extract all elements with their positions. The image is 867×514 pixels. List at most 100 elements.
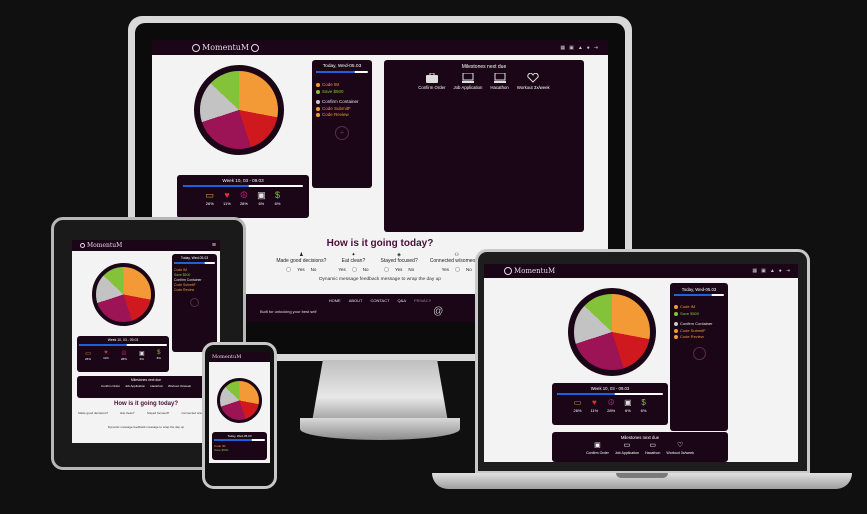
today-progress-bar xyxy=(674,294,724,296)
briefcase-icon: ▣ xyxy=(257,190,266,200)
milestone-label: Workout 3x/week xyxy=(516,85,550,90)
milestone-item[interactable]: Confirm Order xyxy=(101,384,120,388)
briefcase-icon[interactable]: ▣ xyxy=(569,45,574,51)
milestone-label: Hacathon xyxy=(490,85,509,90)
app-name: MomentuM xyxy=(202,43,250,52)
milestone-item[interactable]: Confirm Order xyxy=(418,73,446,90)
tablet-week-panel: Week 10, 03 - 09.03 ▭ 26% ♥ 11% ☮ 28% ▣ 6% $… xyxy=(77,336,169,372)
today-title: Today, Wed-05.03 xyxy=(322,64,362,69)
milestone-item[interactable]: Job Application xyxy=(454,73,482,90)
task-label: Code SubmitF xyxy=(174,283,196,287)
progress-pie-chart xyxy=(194,65,284,155)
task-dot xyxy=(316,100,320,105)
yes-radio[interactable] xyxy=(286,267,292,272)
task-label: Confirm Container xyxy=(174,278,202,282)
heart-icon: ♥ xyxy=(224,190,230,200)
task-dot xyxy=(674,335,678,340)
milestone-item[interactable]: Workout 3x/week xyxy=(168,384,191,388)
milestone-item[interactable]: Job Application xyxy=(125,384,145,388)
user-icon[interactable]: ● xyxy=(587,45,590,51)
task-label: Code Review xyxy=(174,288,195,292)
briefcase-icon: ▣ xyxy=(138,351,145,357)
task-item[interactable]: Code Review xyxy=(174,288,215,293)
add-task-button[interactable] xyxy=(190,298,199,307)
task-item[interactable]: Save $500 xyxy=(214,448,265,452)
laptop-icon: ▭ xyxy=(85,351,91,357)
task-item[interactable]: Code Review xyxy=(316,112,368,119)
stat-item: ▣ 6% xyxy=(624,398,632,414)
checkin-question: Made good decisions? xyxy=(78,411,109,415)
add-task-button[interactable]: + xyxy=(335,125,349,140)
checkin-question: Eat clean? xyxy=(120,411,135,415)
briefcase-icon[interactable]: ▣ xyxy=(761,268,766,274)
hamburger-menu-icon[interactable]: ≡ xyxy=(212,242,216,249)
milestone-item[interactable]: ▣ Confirm Order xyxy=(586,442,609,455)
user-icon[interactable]: ● xyxy=(779,268,782,274)
milestone-item[interactable]: ▭ Job Application xyxy=(615,442,639,455)
app-logo[interactable]: MomentuM xyxy=(80,242,122,249)
stat-value: 28% xyxy=(239,201,248,206)
no-radio[interactable] xyxy=(351,267,357,272)
task-dot xyxy=(316,113,320,118)
no-radio[interactable] xyxy=(454,267,460,272)
footer-link-contact[interactable]: CONTACT xyxy=(371,298,390,303)
yes-radio[interactable] xyxy=(384,267,390,272)
chart-icon[interactable]: ▲ xyxy=(578,45,583,51)
logo-spiral-icon xyxy=(504,267,512,275)
laptop-notch xyxy=(616,473,668,478)
logout-icon[interactable]: ⇥ xyxy=(786,268,790,274)
heart-pulse-icon: ♡ xyxy=(677,442,684,449)
laptop-today-panel: Today, Wed-05.03 Code IM Save $500 Confi… xyxy=(670,283,728,431)
phone-pie-chart xyxy=(217,378,262,423)
today-title: Today, Wed-05.03 xyxy=(681,287,717,292)
milestone-item[interactable]: ♡ Workout 3x/week xyxy=(666,442,694,455)
stat-item: $6% xyxy=(640,398,647,414)
laptop-icon xyxy=(461,73,474,83)
milestone-item[interactable]: Hacathon xyxy=(150,384,163,388)
calendar-icon[interactable]: ▦ xyxy=(560,45,565,51)
heart-icon: ♥ xyxy=(591,398,597,407)
laptop-icon: ▭ xyxy=(623,442,631,449)
laptop-icon: ▭ xyxy=(205,190,215,200)
logo-spiral-icon xyxy=(192,43,200,52)
today-progress-bar xyxy=(316,71,368,73)
task-label: Save $500 xyxy=(322,88,344,94)
milestone-item[interactable]: Hacathon xyxy=(490,73,509,90)
footer-link-qa[interactable]: Q&A xyxy=(398,298,406,303)
briefcase-icon: ▣ xyxy=(624,398,632,407)
task-dot xyxy=(316,106,320,111)
phone-navbar: MomentuM xyxy=(209,352,270,362)
stat-item: ☮ 28% xyxy=(120,351,127,361)
task-item[interactable]: Code Review xyxy=(674,334,724,341)
calendar-icon[interactable]: ▦ xyxy=(752,268,757,274)
milestone-item[interactable]: Workout 3x/week xyxy=(517,73,550,90)
app-name: MomentuM xyxy=(212,354,242,360)
milestones-title: Milestones next due xyxy=(620,435,660,440)
footer-link-about[interactable]: ABOUT xyxy=(349,298,363,303)
phone-today-panel: Today, Wed-05.03 Code IM Save $500 xyxy=(212,432,267,460)
task-label: Save $500 xyxy=(174,273,191,277)
logout-icon[interactable]: ⇥ xyxy=(594,45,598,51)
stat-item: ▭ 26% xyxy=(85,351,92,361)
chart-icon[interactable]: ▲ xyxy=(770,268,775,274)
task-label: Code IM xyxy=(174,268,187,272)
task-dot xyxy=(316,89,320,94)
today-progress-bar xyxy=(174,262,215,264)
add-task-button[interactable] xyxy=(692,346,706,360)
app-logo[interactable]: MomentuM xyxy=(192,43,260,52)
footer-link-home[interactable]: HOME xyxy=(329,298,341,303)
milestone-item[interactable]: ▭ Hacathon xyxy=(645,442,660,455)
savings-icon: $ xyxy=(275,190,281,200)
task-dot xyxy=(316,83,320,88)
footer-link-privacy[interactable]: PRIVACY xyxy=(414,298,431,303)
peace-icon: ☮ xyxy=(607,398,615,407)
app-logo[interactable]: MomentuM xyxy=(504,267,555,275)
laptop-icon: ▭ xyxy=(649,442,657,449)
checkin-question: ◈ Stayed focused? Yes No xyxy=(380,252,418,272)
laptop-navbar: MomentuM ▦ ▣ ▲ ● ⇥ xyxy=(484,264,798,278)
app-logo[interactable]: MomentuM xyxy=(212,354,241,360)
task-dot xyxy=(674,305,678,310)
tablet-navbar: MomentuM ≡ xyxy=(72,240,220,251)
phone-screen: MomentuM Today, Wed-05.03 Code IM Save $… xyxy=(209,352,270,463)
milestones-title: Milestones next due xyxy=(461,64,507,70)
